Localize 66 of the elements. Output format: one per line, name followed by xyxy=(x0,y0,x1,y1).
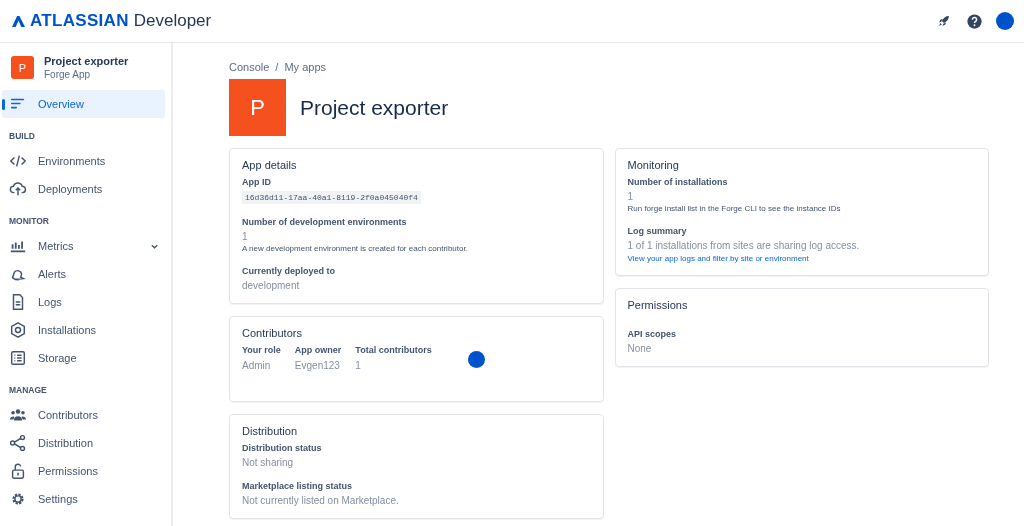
sidebar-item[interactable]: Contributors xyxy=(2,401,165,429)
field-value: 1 of 1 installations from sites are sharing log access. xyxy=(627,240,860,251)
avatar[interactable] xyxy=(467,351,485,368)
field-label: Distribution status xyxy=(242,443,322,453)
field-value: 1 xyxy=(355,360,361,371)
section-heading: MANAGE xyxy=(8,384,48,397)
breadcrumb-link[interactable]: Console xyxy=(229,61,270,73)
breadcrumb-separator: / xyxy=(275,61,279,73)
field-label: Number of installations xyxy=(627,177,728,187)
field-label: Your role xyxy=(242,345,281,355)
field-value: Evgen123 xyxy=(294,360,340,371)
field-label: Number of development environments xyxy=(242,217,407,227)
help-text: A new development environment is created for each contributor. xyxy=(242,244,468,253)
sidebar-item[interactable]: Overview xyxy=(2,90,165,118)
field-label: API scopes xyxy=(627,329,677,339)
field-value: None xyxy=(627,343,652,354)
app-name: Project exporter xyxy=(44,55,129,67)
sidebar-item[interactable]: Settings xyxy=(2,485,165,513)
logs-link[interactable]: View your app logs and filter by site or environment xyxy=(627,254,809,263)
field-label: App ID xyxy=(242,177,271,187)
field-label: Log summary xyxy=(627,226,687,236)
card-title: Contributors xyxy=(242,327,303,339)
avatar[interactable] xyxy=(996,12,1014,30)
sidebar-item[interactable]: Deployments xyxy=(2,175,165,203)
section-heading: BUILD xyxy=(8,130,36,143)
field-value: 1 xyxy=(242,231,248,242)
help-icon[interactable] xyxy=(967,13,982,29)
cloud-upload-icon xyxy=(9,180,27,198)
field-value: Not currently listed on Marketplace. xyxy=(242,495,399,506)
field-label: Total contributors xyxy=(355,345,432,355)
app-type: Forge App xyxy=(44,69,92,80)
breadcrumb-link[interactable]: My apps xyxy=(284,61,326,73)
field-value: Not sharing xyxy=(242,457,294,468)
field-label: Marketplace listing status xyxy=(242,481,353,491)
card-title: Monitoring xyxy=(627,159,680,171)
padlock-icon xyxy=(9,462,27,480)
sidebar-item[interactable]: Permissions xyxy=(2,457,165,485)
card-title: Permissions xyxy=(627,299,689,311)
hexagon-icon xyxy=(9,321,27,339)
sidebar-item[interactable]: Logs xyxy=(2,288,165,316)
product-name: Developer xyxy=(133,11,212,31)
sidebar-item[interactable]: Storage xyxy=(2,344,165,372)
table-icon xyxy=(9,349,27,367)
sidebar-item[interactable]: Metrics xyxy=(2,232,165,260)
app-tile: P xyxy=(229,79,286,136)
brand-name: ATLASSIAN xyxy=(30,11,129,31)
logo-icon xyxy=(12,14,25,28)
card-title: Distribution xyxy=(242,425,299,437)
rocket-icon[interactable] xyxy=(937,14,951,28)
section-heading: MONITOR xyxy=(8,215,50,228)
field-label: Currently deployed to xyxy=(242,266,335,276)
field-value: Admin xyxy=(242,360,271,371)
sidebar-item[interactable]: Installations xyxy=(2,316,165,344)
field-value: development xyxy=(242,280,300,291)
sidebar-item[interactable]: Environments xyxy=(2,147,165,175)
sidebar-item[interactable]: Alerts xyxy=(2,260,165,288)
share-icon xyxy=(9,434,27,452)
help-text: Run forge install list in the Forge CLI to see the instance IDs xyxy=(627,204,841,213)
field-value: 1 xyxy=(627,191,634,202)
sidebar-item[interactable]: Distribution xyxy=(2,429,165,457)
app-tile: P xyxy=(11,56,34,79)
page-title: Project exporter xyxy=(300,95,449,120)
field-label: App owner xyxy=(294,345,342,355)
card-title: App details xyxy=(242,159,298,171)
gear-icon xyxy=(9,490,27,508)
app-id-code: 16d36d11-17aa-40a1-8119-2f0a045040f4 xyxy=(242,191,421,204)
